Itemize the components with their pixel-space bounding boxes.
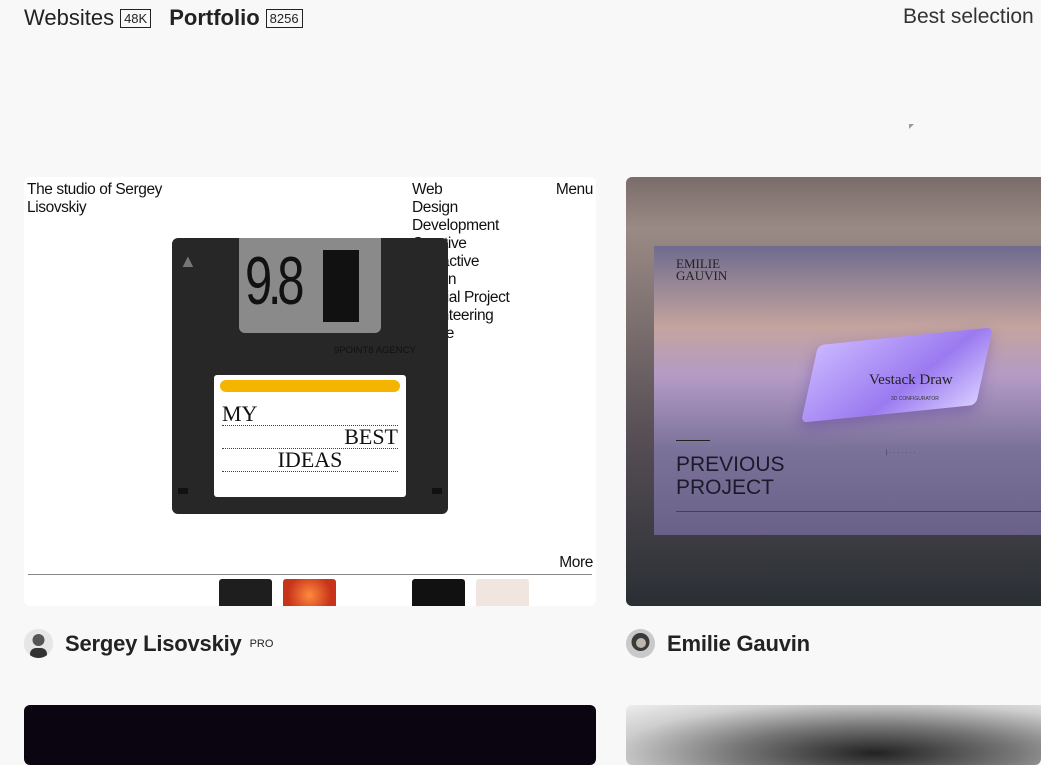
- thumbnail-image: [412, 579, 465, 606]
- arrow-up-icon: ▲: [179, 251, 197, 271]
- previous-project: PREVIOUS PROJECT: [676, 453, 785, 499]
- label-word: BEST: [222, 426, 398, 449]
- portfolio-card[interactable]: [626, 705, 1041, 765]
- preview-divider: [28, 574, 592, 575]
- avatar: [626, 629, 655, 658]
- floppy-number: 9.8: [245, 243, 304, 319]
- preview-more: More: [559, 554, 593, 571]
- label-word: IDEAS: [222, 449, 398, 472]
- tab-websites-label: Websites: [24, 5, 115, 30]
- tab-websites[interactable]: Websites 48K: [24, 5, 152, 31]
- floppy-shutter: 9.8: [239, 238, 381, 333]
- pro-badge: PRO: [249, 637, 274, 650]
- preview-thumbnails: [24, 579, 596, 606]
- cursor-mark: [909, 124, 914, 129]
- category-item: Design: [412, 199, 458, 216]
- author-name[interactable]: Sergey Lisovskiy: [65, 631, 242, 657]
- thumbnail-image: [219, 579, 272, 606]
- portfolio-card-sergey[interactable]: The studio of Sergey Lisovskiy Menu Web …: [24, 177, 596, 606]
- preview-menu: Menu: [555, 181, 594, 198]
- preview-screen: EMILIE GAUVIN Vestack Draw 3D CONFIGURAT…: [654, 246, 1041, 535]
- top-nav: Websites 48K Portfolio 8256: [24, 2, 303, 34]
- portfolio-card[interactable]: [24, 705, 596, 765]
- floppy-slot: [323, 250, 359, 322]
- floppy-disk-graphic: ▲ 9.8 9POINT8 AGENCY MY BEST IDEAS: [172, 238, 448, 514]
- pagination-dots: |·······: [886, 450, 918, 456]
- preview-divider: [676, 511, 1041, 512]
- thumbnail-image: [476, 579, 529, 606]
- author-emilie[interactable]: Emilie Gauvin: [626, 629, 810, 658]
- floppy-notch: [178, 488, 188, 494]
- prev-line: PROJECT: [676, 476, 775, 499]
- tab-portfolio[interactable]: Portfolio 8256: [169, 5, 303, 31]
- label-yellow-bar: [220, 380, 400, 392]
- category-item: Development: [412, 217, 499, 234]
- category-item: Web: [412, 181, 443, 198]
- prev-line: PREVIOUS: [676, 453, 785, 476]
- preview-title: The studio of Sergey Lisovskiy: [27, 181, 163, 216]
- floppy-agency-text: 9POINT8 AGENCY: [334, 345, 416, 356]
- project-title: Vestack Draw: [869, 372, 953, 388]
- tab-portfolio-count: 8256: [265, 8, 303, 28]
- author-sergey[interactable]: Sergey Lisovskiy PRO: [24, 629, 273, 658]
- logo-line: GAUVIN: [676, 268, 728, 283]
- thumbnail-image: [283, 579, 336, 606]
- tab-portfolio-label: Portfolio: [169, 5, 260, 30]
- author-name[interactable]: Emilie Gauvin: [667, 631, 810, 657]
- portfolio-card-emilie[interactable]: EMILIE GAUVIN Vestack Draw 3D CONFIGURAT…: [626, 177, 1041, 606]
- floppy-label: MY BEST IDEAS: [214, 375, 406, 497]
- floppy-notch: [432, 488, 442, 494]
- avatar: [24, 629, 53, 658]
- best-selection-link[interactable]: Best selection: [903, 5, 1034, 29]
- label-word: MY: [222, 403, 398, 426]
- emilie-logo: EMILIE GAUVIN: [676, 257, 728, 283]
- project-subtitle: 3D CONFIGURATOR: [891, 396, 939, 402]
- arrow-left-icon: [676, 440, 710, 441]
- tab-websites-count: 48K: [120, 8, 152, 28]
